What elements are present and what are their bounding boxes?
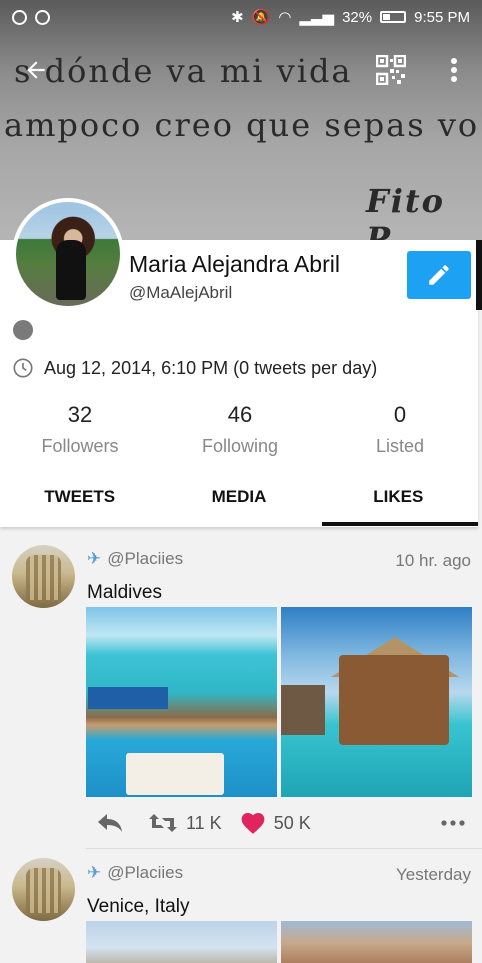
tweet-actions: 11 K 50 K <box>86 806 466 840</box>
more-horizontal-icon <box>441 820 465 826</box>
listed-label: Listed <box>375 436 425 456</box>
tweet-media <box>86 607 472 797</box>
joined-date-row: Aug 12, 2014, 6:10 PM (0 tweets per day) <box>12 357 377 379</box>
back-button[interactable] <box>16 50 56 90</box>
retweet-button[interactable]: 11 K <box>148 812 222 834</box>
banner-text-line-3: Fito P <box>366 182 445 240</box>
joined-date: Aug 12, 2014, 6:10 PM (0 tweets per day) <box>44 357 378 378</box>
media-image-venice-canal[interactable] <box>281 921 472 963</box>
tweet-media <box>86 921 472 963</box>
battery-icon <box>380 11 407 23</box>
clock: 9:55 PM <box>414 8 470 26</box>
battery-percent: 32% <box>342 8 373 26</box>
edit-profile-button[interactable] <box>407 251 471 299</box>
pencil-icon <box>429 265 449 285</box>
status-indicator <box>13 320 33 340</box>
profile-name: Maria Alejandra Abril <box>129 251 340 277</box>
tweet-divider <box>86 848 482 849</box>
heart-icon <box>241 813 265 834</box>
status-bar: ✱ 🔕 ◠ ▂▃▅ 32% 9:55 PM <box>0 0 482 34</box>
followers-label: Followers <box>41 436 119 456</box>
spotify-icon <box>12 9 27 25</box>
following-stat[interactable]: 46 Following <box>160 402 320 457</box>
airplane-icon: ✈ <box>87 863 102 882</box>
overflow-menu-button[interactable] <box>436 52 472 88</box>
reply-button[interactable] <box>96 812 124 834</box>
tab-media[interactable]: MEDIA <box>159 470 318 526</box>
tweet-header: ✈ @Placiies <box>87 863 183 883</box>
tweet-header: ✈ @Placiies <box>87 549 183 569</box>
tweet-time: Yesterday <box>396 865 471 884</box>
tweet-avatar[interactable] <box>12 545 75 608</box>
tweet-text: Venice, Italy <box>87 896 190 917</box>
qr-code-button[interactable] <box>373 52 409 88</box>
airplane-icon: ✈ <box>87 549 102 568</box>
following-label: Following <box>201 436 279 456</box>
tweet-more-button[interactable] <box>440 819 466 827</box>
wifi-icon: ◠ <box>278 9 292 26</box>
retweet-icon <box>149 814 177 832</box>
profile-avatar[interactable] <box>12 198 124 310</box>
card-edge <box>476 240 482 310</box>
bluetooth-icon: ✱ <box>231 9 244 26</box>
tab-likes[interactable]: LIKES <box>319 470 479 526</box>
listed-stat[interactable]: 0 Listed <box>320 402 480 457</box>
profile-tabs: TWEETS MEDIA LIKES <box>0 470 479 526</box>
banner-text-line-1: s dónde va mi vida <box>14 52 353 90</box>
profile-stats: 32 Followers 46 Following 0 Listed <box>0 402 482 457</box>
clock-icon <box>13 358 33 378</box>
retweet-count: 11 K <box>186 812 222 833</box>
back-arrow-icon <box>27 61 45 79</box>
tweet-text: Maldives <box>87 582 162 603</box>
media-image-bungalow[interactable] <box>281 607 472 797</box>
media-image-pool[interactable] <box>86 607 277 797</box>
following-count: 46 <box>227 402 253 427</box>
listed-count: 0 <box>393 402 407 427</box>
tweet-time: 10 hr. ago <box>395 551 471 570</box>
media-image-venice-dome[interactable] <box>86 921 277 963</box>
like-count: 50 K <box>273 812 311 833</box>
more-vertical-icon <box>451 58 457 82</box>
followers-count: 32 <box>67 402 93 427</box>
signal-icon: ▂▃▅ <box>299 9 335 26</box>
tweet-handle[interactable]: @Placiies <box>107 863 183 883</box>
reply-icon <box>98 814 122 832</box>
tab-tweets[interactable]: TWEETS <box>0 470 159 526</box>
like-button[interactable]: 50 K <box>240 811 311 835</box>
banner-text-line-2: ampoco creo que sepas vo <box>4 106 480 144</box>
profile-handle: @MaAlejAbril <box>129 283 233 302</box>
whatsapp-icon <box>35 9 50 25</box>
followers-stat[interactable]: 32 Followers <box>0 402 160 457</box>
qr-code-icon <box>376 55 406 85</box>
tweet-avatar[interactable] <box>12 858 75 921</box>
tweet-handle[interactable]: @Placiies <box>107 549 183 569</box>
mute-icon: 🔕 <box>251 9 271 26</box>
